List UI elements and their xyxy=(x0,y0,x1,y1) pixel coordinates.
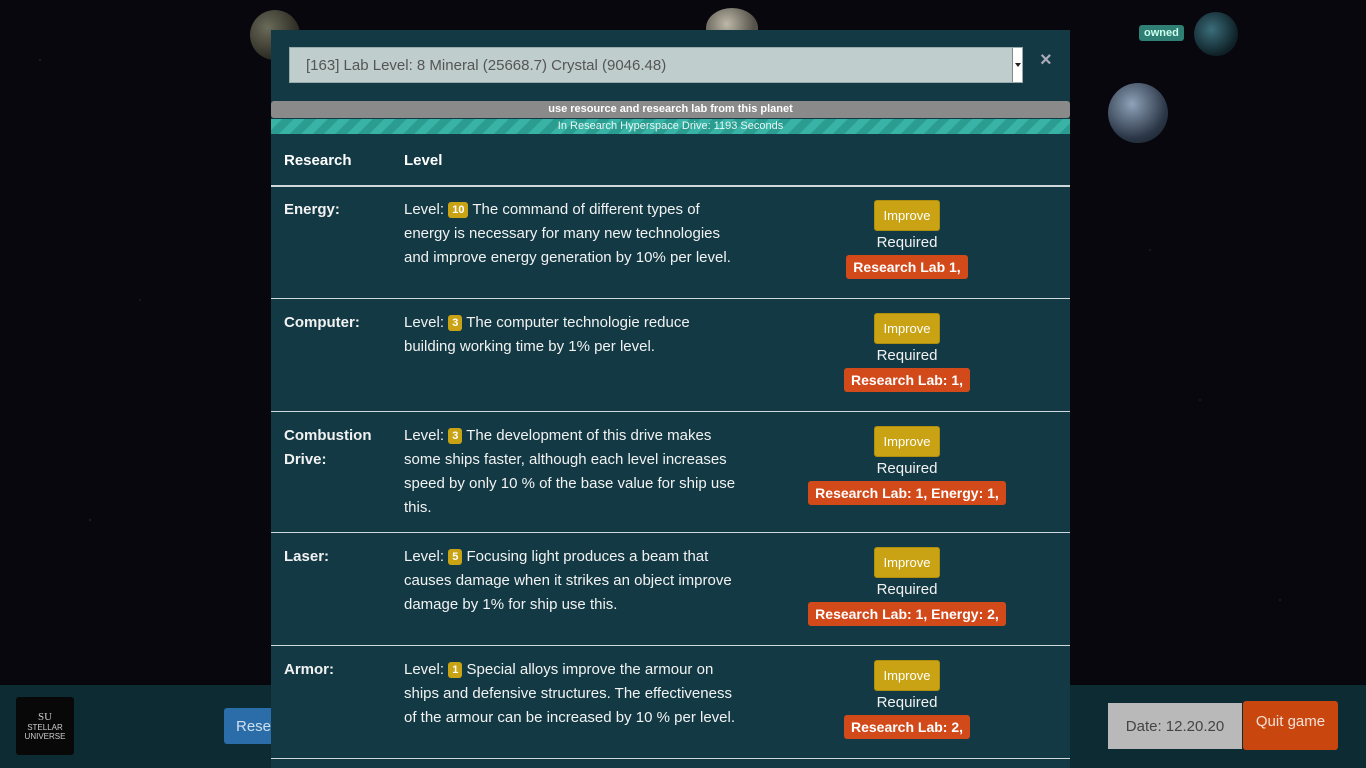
level-badge: 1 xyxy=(448,662,463,678)
improve-button[interactable]: Improve xyxy=(873,426,941,457)
research-description: Level: 1 Special alloys improve the armo… xyxy=(404,658,739,730)
use-resource-bar: use resource and research lab from this … xyxy=(271,101,1070,118)
required-label: Required xyxy=(876,581,938,598)
research-actions: Improve Required Research Lab: 1, Energy… xyxy=(757,547,1057,626)
required-label: Required xyxy=(876,460,938,477)
planet-select[interactable]: [163] Lab Level: 8 Mineral (25668.7) Cry… xyxy=(289,47,1023,83)
requirement-badge: Research Lab 1, xyxy=(846,255,968,279)
quit-game-button[interactable]: Quit game xyxy=(1243,701,1338,750)
improve-button[interactable]: Improve xyxy=(873,313,941,344)
level-prefix: Level: xyxy=(404,548,445,565)
table-header: Research Level xyxy=(271,134,1070,187)
planet-select-value: [163] Lab Level: 8 Mineral (25668.7) Cry… xyxy=(306,56,667,74)
research-modal: [163] Lab Level: 8 Mineral (25668.7) Cry… xyxy=(271,30,1070,768)
improve-button[interactable]: Improve xyxy=(873,547,941,578)
research-actions: Improve Required Research Lab 1, xyxy=(757,200,1057,279)
level-prefix: Level: xyxy=(404,201,445,218)
table-row: Combustion Drive: Level: 3 The developme… xyxy=(271,412,1070,533)
level-badge: 10 xyxy=(448,202,469,218)
level-badge: 5 xyxy=(448,549,463,565)
table-row: Energy: Level: 10 The command of differe… xyxy=(271,186,1070,299)
owned-badge: owned xyxy=(1139,25,1184,41)
research-description: Level: 3 The computer technologie reduce… xyxy=(404,311,739,359)
logo-text: STELLAR UNIVERSE xyxy=(24,723,66,741)
research-description: Level: 3 The development of this drive m… xyxy=(404,424,739,520)
game-logo: SU STELLAR UNIVERSE xyxy=(16,697,74,755)
research-name: Armor: xyxy=(284,661,335,678)
research-actions: Improve Required Research Lab: 1, xyxy=(757,313,1057,392)
level-badge: 3 xyxy=(448,315,463,331)
required-label: Required xyxy=(876,694,938,711)
research-actions: Improve Required Research Lab: 1, Energy… xyxy=(757,426,1057,505)
planet[interactable] xyxy=(1108,83,1168,143)
requirement-badge: Research Lab: 1, xyxy=(843,368,971,392)
planet[interactable] xyxy=(1194,12,1238,56)
close-icon[interactable]: × xyxy=(1040,49,1052,72)
research-description: Level: 5 Focusing light produces a beam … xyxy=(404,545,739,617)
required-label: Required xyxy=(876,347,938,364)
level-badge: 3 xyxy=(448,428,463,444)
research-progress-bar: In Research Hyperspace Drive: 1193 Secon… xyxy=(271,119,1070,134)
table-row: Laser: Level: 5 Focusing light produces … xyxy=(271,533,1070,646)
level-prefix: Level: xyxy=(404,661,445,678)
research-description: Level: 10 The command of different types… xyxy=(404,198,739,270)
table-row: Computer: Level: 3 The computer technolo… xyxy=(271,299,1070,412)
date-display: Date: 12.20.20 xyxy=(1108,703,1242,749)
research-name: Energy: xyxy=(284,201,340,218)
column-header-level: Level xyxy=(404,152,443,169)
description-text: The computer technologie reduce building… xyxy=(404,314,690,355)
research-name: Combustion Drive: xyxy=(284,427,372,468)
requirement-badge: Research Lab: 1, Energy: 2, xyxy=(808,602,1006,626)
research-name: Laser: xyxy=(284,548,330,565)
table-row: Armor: Level: 1 Special alloys improve t… xyxy=(271,646,1070,759)
level-prefix: Level: xyxy=(404,427,445,444)
level-prefix: Level: xyxy=(404,314,445,331)
improve-button[interactable]: Improve xyxy=(873,660,941,691)
column-header-research: Research xyxy=(284,152,352,169)
required-label: Required xyxy=(876,234,938,251)
requirement-badge: Research Lab: 1, Energy: 1, xyxy=(808,481,1006,505)
improve-button[interactable]: Improve xyxy=(873,200,941,231)
requirement-badge: Research Lab: 2, xyxy=(843,715,971,739)
chevron-down-icon[interactable] xyxy=(1012,48,1022,82)
research-actions: Improve Required Research Lab: 2, xyxy=(757,660,1057,739)
logo-mark: SU xyxy=(37,711,53,723)
research-name: Computer: xyxy=(284,314,360,331)
